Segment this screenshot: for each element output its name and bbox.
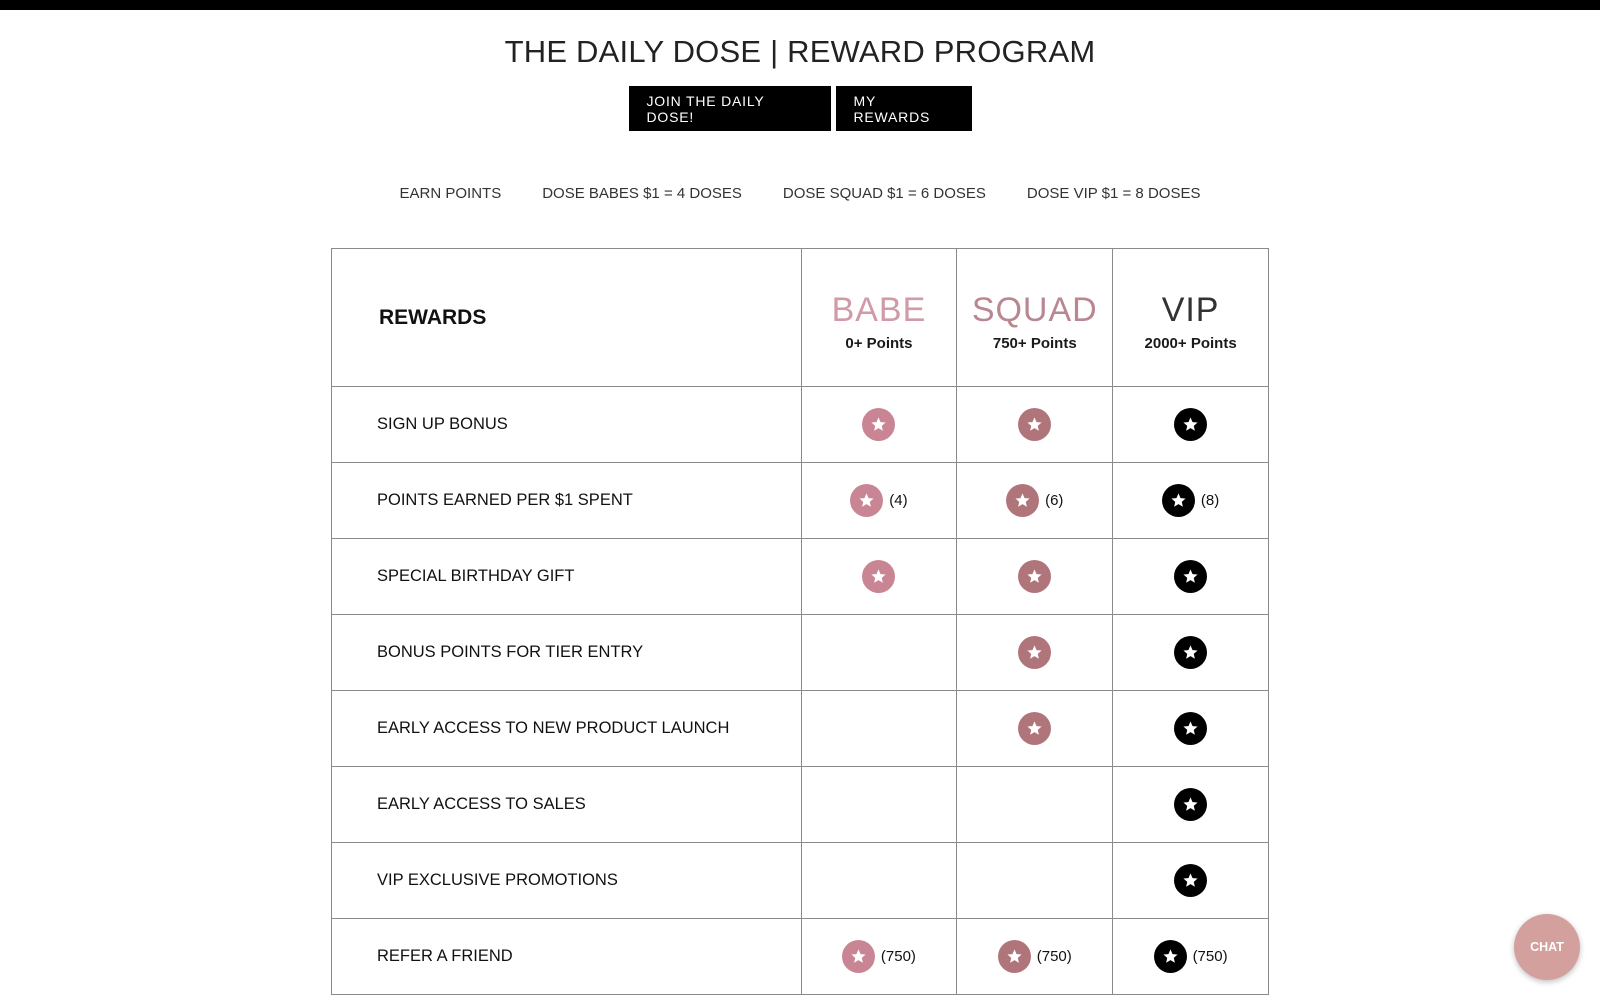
- tier-cell: [1112, 615, 1268, 690]
- tier-value: (6): [1045, 492, 1064, 509]
- tier-cell: [1112, 387, 1268, 462]
- table-row: SIGN UP BONUS: [332, 386, 1268, 462]
- tier-cell: [800, 387, 957, 462]
- tier-cell: (6): [956, 463, 1112, 538]
- reward-label: VIP EXCLUSIVE PROMOTIONS: [377, 871, 618, 889]
- reward-label: REFER A FRIEND: [377, 947, 513, 965]
- tier-cell: (750): [956, 919, 1112, 994]
- table-row: EARLY ACCESS TO NEW PRODUCT LAUNCH: [332, 690, 1268, 766]
- tier-cell: [956, 767, 1112, 842]
- tier-cell: [956, 843, 1112, 918]
- tier-name: BABE: [831, 291, 927, 329]
- star-icon: [1018, 712, 1052, 745]
- tier-points: 2000+ Points: [1144, 335, 1237, 352]
- star-icon: [841, 940, 875, 973]
- table-row: SPECIAL BIRTHDAY GIFT: [332, 538, 1268, 614]
- tier-cell: (4): [800, 463, 957, 538]
- star-icon: [1018, 636, 1052, 669]
- tier-points: 750+ Points: [992, 335, 1077, 352]
- table-header-row: REWARDS BABE 0+ Points SQUAD 750+ Points VIP…: [332, 249, 1268, 386]
- my-rewards-button[interactable]: MY REWARDS: [835, 86, 972, 131]
- tier-value: (750): [880, 948, 916, 965]
- tier-value: (750): [1036, 948, 1072, 965]
- star-icon: [862, 560, 896, 593]
- table-row: POINTS EARNED PER $1 SPENT (4) (6) (8): [332, 462, 1268, 538]
- reward-label: EARLY ACCESS TO SALES: [377, 795, 586, 813]
- tier-points: 0+ Points: [845, 335, 913, 352]
- tier-value: (4): [889, 492, 908, 509]
- tier-cell: [800, 539, 957, 614]
- table-row: REFER A FRIEND (750) (750) (750): [332, 918, 1268, 994]
- tier-cell: [1112, 843, 1268, 918]
- table-row: VIP EXCLUSIVE PROMOTIONS: [332, 842, 1268, 918]
- tier-cell: [1112, 767, 1268, 842]
- tier-cell: [956, 539, 1112, 614]
- tier-cell: [800, 843, 957, 918]
- tab-earn-points[interactable]: EARN POINTS: [400, 185, 502, 202]
- star-icon: [1174, 408, 1208, 441]
- tier-cell: [800, 615, 957, 690]
- tier-cell: [800, 767, 957, 842]
- reward-label: SIGN UP BONUS: [377, 415, 508, 433]
- star-icon: [1153, 940, 1187, 973]
- star-icon: [1174, 560, 1208, 593]
- tier-cell: [956, 387, 1112, 462]
- star-icon: [997, 940, 1031, 973]
- table-row: BONUS POINTS FOR TIER ENTRY: [332, 614, 1268, 690]
- tier-cell: (750): [800, 919, 957, 994]
- tier-header-squad: SQUAD 750+ Points: [956, 249, 1112, 386]
- tier-cell: (750): [1112, 919, 1268, 994]
- rewards-header-label: REWARDS: [379, 305, 487, 329]
- star-icon: [1018, 560, 1052, 593]
- page-title: THE DAILY DOSE | REWARD PROGRAM: [504, 34, 1096, 69]
- tier-value: (750): [1192, 948, 1228, 965]
- tier-header-vip: VIP 2000+ Points: [1112, 249, 1268, 386]
- tier-header-babe: BABE 0+ Points: [800, 249, 957, 386]
- reward-label: BONUS POINTS FOR TIER ENTRY: [377, 643, 644, 661]
- star-icon: [1161, 484, 1195, 517]
- tier-cell: [956, 691, 1112, 766]
- chat-button[interactable]: CHAT: [1514, 914, 1580, 980]
- tier-cell: [1112, 691, 1268, 766]
- tier-name: SQUAD: [971, 291, 1098, 329]
- rewards-table: REWARDS BABE 0+ Points SQUAD 750+ Points VIP…: [331, 248, 1269, 995]
- tab-dose-squad[interactable]: DOSE SQUAD $1 = 6 DOSES: [783, 185, 986, 202]
- star-icon: [1174, 864, 1208, 897]
- reward-label: SPECIAL BIRTHDAY GIFT: [377, 567, 575, 585]
- header-buttons: JOIN THE DAILY DOSE! MY REWARDS: [0, 86, 1600, 131]
- star-icon: [1018, 408, 1052, 441]
- star-icon: [1174, 788, 1208, 821]
- tier-cell: [800, 691, 957, 766]
- reward-label: POINTS EARNED PER $1 SPENT: [377, 491, 633, 509]
- star-icon: [862, 408, 896, 441]
- star-icon: [1174, 636, 1208, 669]
- tier-name: VIP: [1161, 291, 1220, 329]
- tier-cell: (8): [1112, 463, 1268, 538]
- star-icon: [1174, 712, 1208, 745]
- reward-label: EARLY ACCESS TO NEW PRODUCT LAUNCH: [377, 719, 730, 737]
- tab-dose-vip[interactable]: DOSE VIP $1 = 8 DOSES: [1027, 185, 1201, 202]
- tab-dose-babes[interactable]: DOSE BABES $1 = 4 DOSES: [542, 185, 742, 202]
- tab-bar: EARN POINTS DOSE BABES $1 = 4 DOSES DOSE…: [0, 185, 1600, 202]
- table-row: EARLY ACCESS TO SALES: [332, 766, 1268, 842]
- top-bar: [0, 0, 1600, 10]
- star-icon: [850, 484, 884, 517]
- tier-cell: [1112, 539, 1268, 614]
- tier-value: (8): [1200, 492, 1220, 509]
- tier-cell: [956, 615, 1112, 690]
- join-button[interactable]: JOIN THE DAILY DOSE!: [628, 86, 831, 131]
- star-icon: [1006, 484, 1040, 517]
